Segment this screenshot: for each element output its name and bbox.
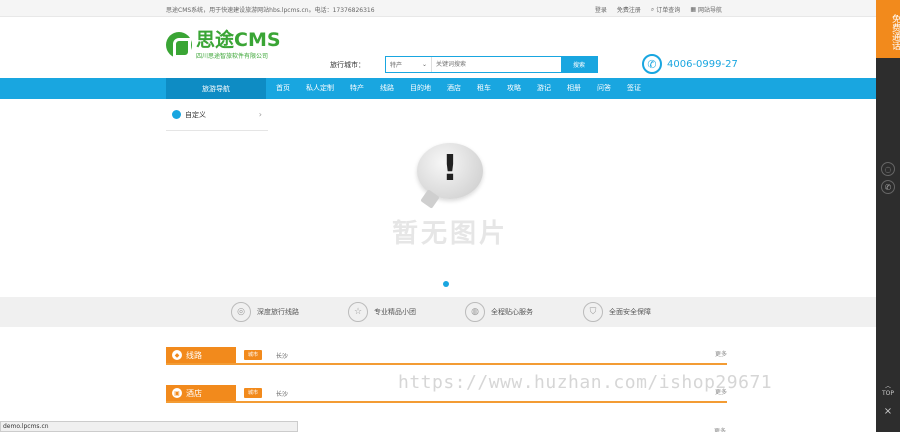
- feature-item: ⛉ 全面安全保障: [583, 302, 651, 322]
- nav-item-routes[interactable]: 线路: [372, 78, 402, 99]
- back-to-top-button[interactable]: ︿ TOP: [876, 381, 900, 397]
- banner: 自定义 › ! 暂无图片: [0, 99, 900, 297]
- features-strip: ◎ 深度旅行线路 ☆ 专业精品小团 ◍ 全程贴心服务 ⛉ 全面安全保障: [0, 297, 900, 327]
- nav-item-visa[interactable]: 签证: [619, 78, 649, 99]
- nav-item-custom[interactable]: 私人定制: [298, 78, 342, 99]
- section-routes: ◆ 线路 城市 长沙 更多: [166, 347, 727, 365]
- nav-item-car[interactable]: 租车: [469, 78, 499, 99]
- bag-icon: ◆: [172, 350, 182, 360]
- phone-icon[interactable]: ✆: [881, 180, 895, 194]
- city-tab[interactable]: 长沙: [276, 351, 288, 360]
- section-title: ◆ 线路: [166, 347, 236, 363]
- free-call-button[interactable]: 免费通话: [876, 0, 900, 58]
- hotline-number: 4006-0999-27: [667, 58, 738, 70]
- nav-item-notes[interactable]: 游记: [529, 78, 559, 99]
- chevron-right-icon: ›: [258, 110, 262, 119]
- phone-icon: ✆: [642, 54, 662, 74]
- feature-item: ◎ 深度旅行线路: [231, 302, 299, 322]
- banner-placeholder: ! 暂无图片: [382, 143, 518, 250]
- shield-icon: ⛉: [583, 302, 603, 322]
- exclamation-icon: !: [417, 143, 483, 199]
- feature-item: ◍ 全程贴心服务: [465, 302, 533, 322]
- order-query-link[interactable]: ⌕ 订单查询: [650, 5, 680, 15]
- city-label[interactable]: 旅行城市：: [330, 60, 365, 70]
- nav-item-album[interactable]: 相册: [559, 78, 589, 99]
- nav-item-home[interactable]: 首页: [268, 78, 298, 99]
- category-icon: [172, 110, 181, 119]
- chat-icon: ◍: [465, 302, 485, 322]
- nav-items: 首页 私人定制 特产 线路 目的地 酒店 租车 攻略 游记 相册 问答 签证: [268, 78, 649, 99]
- top-bar: 思途CMS系统，用于快速建设旅游网站hbs.lpcms.cn。电话：173768…: [0, 0, 900, 17]
- watermark-text: https://www.huzhan.com/ishop29671: [398, 372, 773, 393]
- grid-icon: ▦: [690, 6, 696, 13]
- nav-category[interactable]: 旅游导航: [166, 78, 266, 99]
- no-image-text: 暂无图片: [391, 219, 508, 249]
- main-nav: 旅游导航 首页 私人定制 特产 线路 目的地 酒店 租车 攻略 游记 相册 问答…: [0, 78, 900, 99]
- sidebar-item-custom[interactable]: 自定义 ›: [166, 99, 268, 131]
- search-input[interactable]: [432, 57, 561, 72]
- login-link[interactable]: 登录: [595, 5, 607, 14]
- more-link[interactable]: 更多: [715, 349, 727, 358]
- city-badge: 城市: [244, 388, 263, 398]
- slider-dot[interactable]: [443, 281, 449, 287]
- section-title: ▣ 酒店: [166, 385, 236, 401]
- city-tab[interactable]: 长沙: [276, 389, 288, 398]
- search-category-select[interactable]: 特产 ⌄: [386, 57, 432, 72]
- nav-item-destination[interactable]: 目的地: [402, 78, 439, 99]
- route-icon: ◎: [231, 302, 251, 322]
- star-icon: ☆: [348, 302, 368, 322]
- site-nav-link[interactable]: ▦ 网站导航: [690, 5, 722, 14]
- logo-subtitle: 四川思途智旅软件有限公司: [196, 53, 269, 60]
- qq-icon[interactable]: ◌: [881, 162, 895, 176]
- right-float-bar: 免费通话 ◌ ✆ ︿ TOP ×: [876, 0, 900, 432]
- logo-mark-icon: [166, 32, 192, 58]
- nav-item-qa[interactable]: 问答: [589, 78, 619, 99]
- more-link[interactable]: 更多: [714, 426, 726, 432]
- chevron-down-icon: ⌄: [421, 61, 427, 68]
- search-button[interactable]: 搜索: [561, 57, 597, 72]
- close-icon[interactable]: ×: [876, 406, 900, 417]
- feature-item: ☆ 专业精品小团: [348, 302, 416, 322]
- chevron-up-icon: ︿: [884, 383, 891, 390]
- search-icon: ⌕: [650, 5, 655, 13]
- site-logo[interactable]: 思途CMS 四川思途智旅软件有限公司: [166, 30, 281, 60]
- hotline: ✆ 4006-0999-27: [642, 54, 738, 74]
- hotel-icon: ▣: [172, 388, 182, 398]
- browser-status-bar: demo.lpcms.cn: [0, 421, 298, 432]
- nav-item-specialty[interactable]: 特产: [342, 78, 372, 99]
- search-box: 特产 ⌄ 搜索: [385, 56, 598, 73]
- nav-item-guide[interactable]: 攻略: [499, 78, 529, 99]
- top-links: 登录 免费注册 ⌕ 订单查询 ▦ 网站导航: [595, 5, 722, 15]
- header: 思途CMS 四川思途智旅软件有限公司 旅行城市： 特产 ⌄ 搜索 ✆ 4006-…: [0, 17, 900, 78]
- nav-item-hotel[interactable]: 酒店: [439, 78, 469, 99]
- logo-title: 思途CMS: [196, 29, 281, 51]
- city-badge: 城市: [244, 350, 263, 360]
- welcome-text: 思途CMS系统，用于快速建设旅游网站hbs.lpcms.cn。电话：173768…: [166, 7, 375, 14]
- register-link[interactable]: 免费注册: [617, 5, 641, 14]
